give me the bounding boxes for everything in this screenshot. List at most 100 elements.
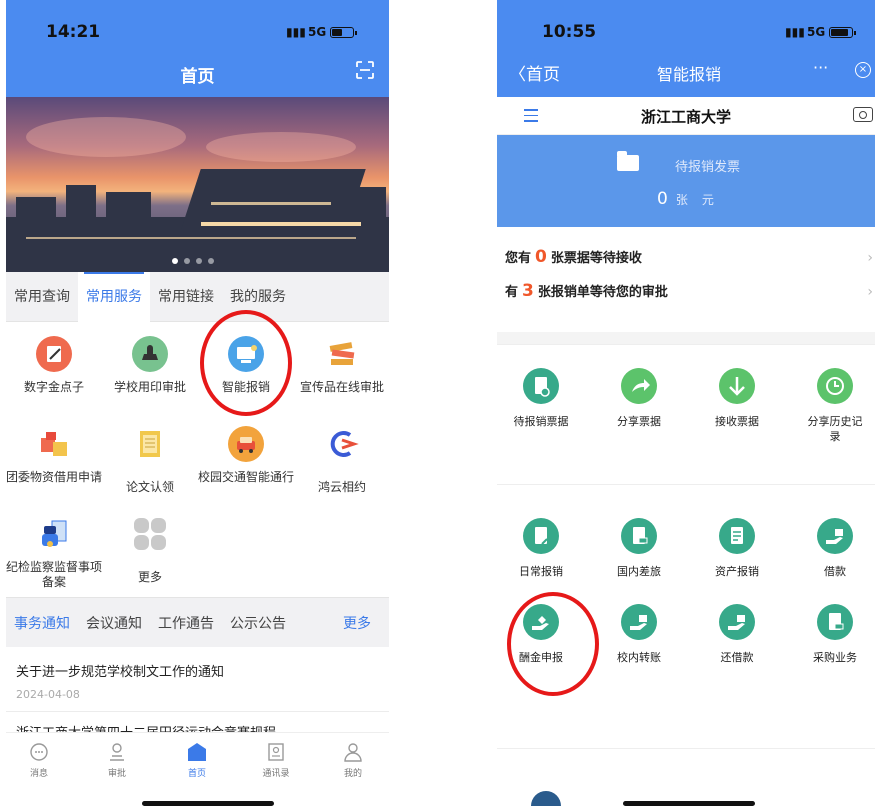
university-name: 浙江工商大学 xyxy=(640,108,731,126)
service-discipline-filing[interactable]: 纪检监察监督事项备案 xyxy=(6,516,102,590)
floating-avatar[interactable] xyxy=(531,791,561,806)
nav-bar: 〈首页 智能报销 ··· × xyxy=(497,58,875,85)
car-icon xyxy=(228,426,264,462)
back-label: 首页 xyxy=(526,65,560,85)
tabbar-home[interactable]: 首页 xyxy=(172,741,222,779)
func-share-receipts[interactable]: 分享票据 xyxy=(595,368,683,429)
page-title: 首页 xyxy=(180,67,215,87)
boxes-icon xyxy=(36,426,72,462)
func-label: 采购业务 xyxy=(813,651,857,664)
tab-public-notice[interactable]: 公示公告 xyxy=(222,613,294,633)
func-asset-reimburse[interactable]: 资产报销 xyxy=(693,518,781,579)
service-paper-claim[interactable]: 论文认领 xyxy=(102,426,198,495)
func-repay-loan[interactable]: 还借款 xyxy=(693,604,781,665)
pending-invoice-card[interactable]: 待报销发票 0张元 xyxy=(497,135,875,227)
service-label: 宣传品在线审批 xyxy=(299,380,384,394)
invoice-summary: 0张元 xyxy=(657,189,714,209)
banner-pagination xyxy=(172,258,214,264)
close-icon[interactable]: × xyxy=(855,62,871,78)
invoice-currency: 元 xyxy=(701,193,714,207)
func-pending-receipts[interactable]: 待报销票据 xyxy=(497,368,585,429)
service-seal-approval[interactable]: 学校用印审批 xyxy=(102,336,198,395)
chevron-right-icon: › xyxy=(867,284,873,300)
tabbar-approval[interactable]: 审批 xyxy=(92,741,142,779)
func-campus-transfer[interactable]: 校内转账 xyxy=(595,604,683,665)
func-daily-reimburse[interactable]: 日常报销 xyxy=(497,518,585,579)
network-type: 5G xyxy=(807,25,826,39)
bottom-area xyxy=(497,748,875,806)
more-grid-icon xyxy=(132,516,168,552)
func-domestic-travel[interactable]: 国内差旅 xyxy=(595,518,683,579)
repay-icon xyxy=(719,604,755,640)
stamp-icon xyxy=(132,336,168,372)
computer-icon xyxy=(228,336,264,372)
reward-icon xyxy=(523,604,559,640)
tabbar-mine[interactable]: 我的 xyxy=(328,741,378,779)
header-bar: 10:55 ▮▮▮ 5G 〈首页 智能报销 ··· × xyxy=(497,0,875,97)
service-hongyun[interactable]: 鸿云相约 xyxy=(294,426,389,495)
back-button[interactable]: 〈首页 xyxy=(509,60,560,85)
cloud-logo-icon xyxy=(324,426,360,462)
tab-common-query[interactable]: 常用查询 xyxy=(6,272,78,322)
document-icon xyxy=(132,426,168,462)
func-label: 接收票据 xyxy=(715,415,759,428)
history-icon xyxy=(817,368,853,404)
camera-icon[interactable] xyxy=(853,107,873,122)
tabbar-messages[interactable]: 消息 xyxy=(14,741,64,779)
invoice-unit: 张 xyxy=(675,193,688,207)
status-bar: 14:21 ▮▮▮ 5G xyxy=(6,22,389,46)
receipt-pending-icon xyxy=(523,368,559,404)
battery-icon xyxy=(330,27,357,38)
service-publicity-approval[interactable]: 宣传品在线审批 xyxy=(294,336,389,395)
pending-approve-row[interactable]: 有 3 张报销单等待您的审批 xyxy=(505,281,668,301)
more-menu-button[interactable]: ··· xyxy=(813,58,828,77)
service-more[interactable]: 更多 xyxy=(102,516,198,585)
contacts-icon xyxy=(268,743,284,761)
left-phone-screen: 14:21 ▮▮▮ 5G 首页 常用查询 常用服务 常用链接 我的服务 数字金点… xyxy=(6,0,389,806)
loan-icon xyxy=(817,518,853,554)
tab-my-services[interactable]: 我的服务 xyxy=(222,272,294,322)
folder-icon xyxy=(617,151,639,171)
func-receive-receipts[interactable]: 接收票据 xyxy=(693,368,781,429)
police-icon xyxy=(36,516,72,552)
invoice-count: 0 xyxy=(657,189,668,209)
tabbar-contacts[interactable]: 通讯录 xyxy=(251,741,301,779)
service-smart-reimbursement[interactable]: 智能报销 xyxy=(198,336,294,395)
news-title: 关于进一步规范学校制文工作的通知 xyxy=(16,665,225,680)
signal-icon: ▮▮▮ xyxy=(785,25,805,39)
news-more-link[interactable]: 更多 xyxy=(343,613,371,633)
service-label: 校园交通智能通行 xyxy=(198,470,295,484)
service-digital-ideas[interactable]: 数字金点子 xyxy=(6,336,102,395)
right-phone-screen: 10:55 ▮▮▮ 5G 〈首页 智能报销 ··· × 浙江工商大学 待报销发票… xyxy=(497,0,875,806)
news-date: 2024-04-08 xyxy=(16,688,80,701)
signal-icon: ▮▮▮ xyxy=(286,25,306,39)
tabbar-label: 我的 xyxy=(343,769,362,779)
asset-icon xyxy=(719,518,755,554)
service-tabs: 常用查询 常用服务 常用链接 我的服务 xyxy=(6,271,389,322)
news-item[interactable]: 关于进一步规范学校制文工作的通知 2024-04-08 xyxy=(16,661,379,701)
tab-common-services[interactable]: 常用服务 xyxy=(78,271,150,322)
books-icon xyxy=(324,336,360,372)
tab-affairs-notice[interactable]: 事务通知 xyxy=(6,613,78,633)
pending-receive-row[interactable]: 您有 0 张票据等待接收 xyxy=(505,247,642,267)
func-label: 校内转账 xyxy=(617,651,661,664)
service-league-materials[interactable]: 团委物资借用申请 xyxy=(6,426,102,485)
chat-icon xyxy=(30,743,48,761)
tabbar-label: 消息 xyxy=(29,769,48,779)
tab-work-notice[interactable]: 工作通告 xyxy=(150,613,222,633)
func-remuneration[interactable]: 酬金申报 xyxy=(497,604,585,665)
campus-banner[interactable] xyxy=(6,97,389,272)
scan-icon[interactable] xyxy=(355,60,375,80)
tab-meeting-notice[interactable]: 会议通知 xyxy=(78,613,150,633)
edit-icon xyxy=(36,336,72,372)
func-share-history[interactable]: 分享历史记录 xyxy=(791,368,875,444)
home-icon xyxy=(188,743,206,761)
func-label: 还借款 xyxy=(720,651,754,664)
invoice-label: 待报销发票 xyxy=(675,160,741,175)
tabbar-label: 审批 xyxy=(107,769,126,779)
service-campus-traffic[interactable]: 校园交通智能通行 xyxy=(198,426,294,485)
tab-common-links[interactable]: 常用链接 xyxy=(150,272,222,322)
func-procurement[interactable]: 采购业务 xyxy=(791,604,875,665)
func-loan[interactable]: 借款 xyxy=(791,518,875,579)
func-label: 借款 xyxy=(824,565,846,578)
